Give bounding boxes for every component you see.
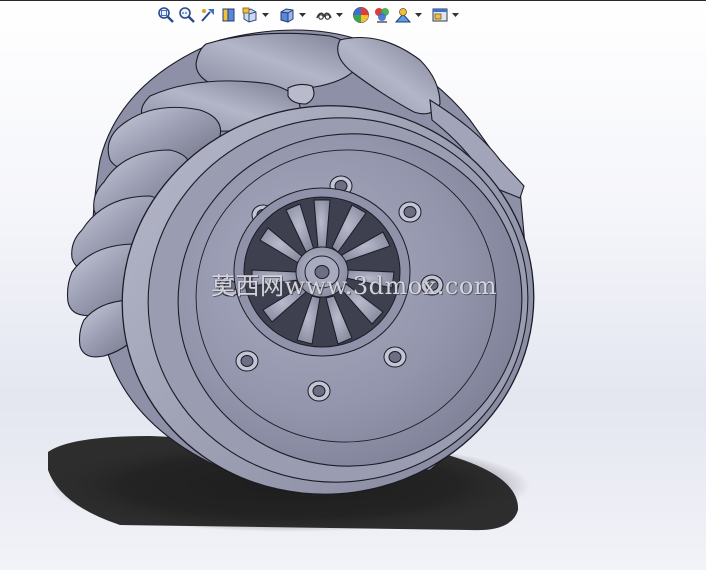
view-orientation-dropdown[interactable] (298, 5, 306, 25)
mecanum-wheel-model[interactable] (0, 26, 706, 570)
bolt-hole (235, 350, 259, 372)
bolt-hole (398, 201, 422, 223)
central-hub (233, 187, 411, 357)
edit-appearance-icon[interactable] (372, 5, 392, 25)
bolt-hole (307, 380, 331, 402)
bolt-hole (420, 274, 444, 296)
view-settings-icon[interactable] (430, 5, 450, 25)
graphics-area[interactable] (0, 26, 706, 570)
previous-view-icon[interactable] (198, 5, 218, 25)
hide-show-items-icon[interactable] (351, 5, 371, 25)
section-view-icon[interactable] (219, 5, 239, 25)
apply-scene-icon[interactable] (393, 5, 413, 25)
zoom-to-fit-icon[interactable] (156, 5, 176, 25)
window-top-border (0, 0, 706, 1)
display-style-icon[interactable] (314, 5, 334, 25)
apply-scene-dropdown[interactable] (414, 5, 422, 25)
heads-up-view-toolbar (156, 4, 459, 26)
dynamic-annotation-views-icon[interactable] (240, 5, 260, 25)
view-settings-dropdown[interactable] (451, 5, 459, 25)
zoom-to-area-icon[interactable] (177, 5, 197, 25)
view-orientation-icon[interactable] (277, 5, 297, 25)
dynamic-annotation-views-dropdown[interactable] (261, 5, 269, 25)
display-style-dropdown[interactable] (335, 5, 343, 25)
bolt-hole (383, 346, 407, 368)
